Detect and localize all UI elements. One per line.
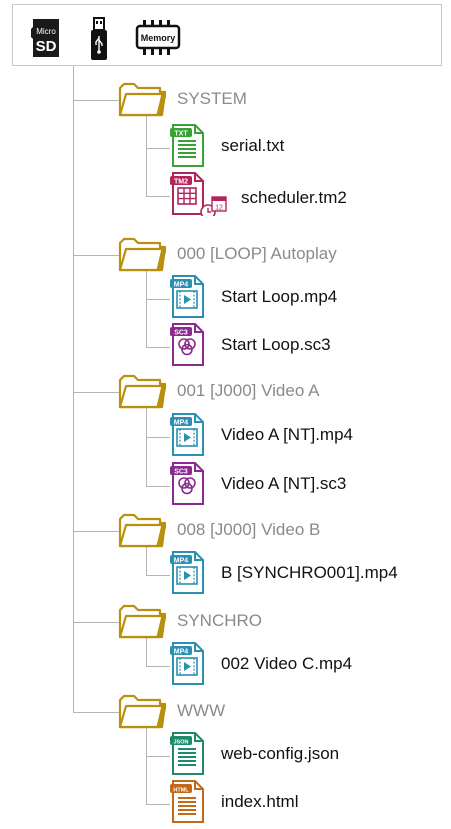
folder-label: SYSTEM: [177, 89, 247, 108]
svg-text:12: 12: [215, 205, 223, 212]
svg-text:MP4: MP4: [174, 557, 189, 564]
usb-stick-icon: [89, 17, 109, 68]
folder-icon: [118, 235, 167, 278]
file-name: Start Loop.mp4: [221, 287, 338, 306]
svg-text:MP4: MP4: [174, 419, 189, 426]
folder-icon: [118, 692, 167, 735]
file-connector-line: [146, 575, 170, 576]
tm2-file-icon: TM2 12: [170, 172, 228, 221]
file-connector-line: [146, 804, 170, 805]
svg-text:MP4: MP4: [174, 648, 189, 655]
folder-connector-line: [73, 622, 119, 623]
folder-label: 001 [J000] Video A: [177, 381, 320, 400]
svg-text:HTML: HTML: [173, 787, 189, 793]
folder-label: SYNCHRO: [177, 611, 263, 630]
folder-branch-line: [146, 271, 147, 347]
file-name: index.html: [221, 792, 299, 811]
mp4-file-icon: MP4: [170, 551, 206, 600]
file-connector-line: [146, 148, 170, 149]
svg-text:MP4: MP4: [174, 281, 189, 288]
folder-branch-line: [146, 547, 147, 575]
folder-icon: [118, 602, 167, 645]
folder-icon: [118, 80, 167, 123]
folder-icon: [118, 372, 167, 415]
folder-label: 000 [LOOP] Autoplay: [177, 244, 337, 263]
mp4-file-icon: MP4: [170, 642, 206, 691]
folder-connector-line: [73, 531, 119, 532]
file-connector-line: [146, 299, 170, 300]
sc3-file-icon: SC3: [170, 462, 206, 511]
folder-connector-line: [73, 392, 119, 393]
device-bar: Micro SD Memory: [12, 4, 442, 66]
folder-label: WWW: [177, 701, 226, 720]
svg-text:JSON: JSON: [174, 739, 189, 745]
svg-text:SC3: SC3: [174, 329, 188, 336]
txt-file-icon: TXT: [170, 124, 206, 173]
file-name: Video A [NT].mp4: [221, 425, 353, 444]
microsd-card-icon: Micro SD: [29, 17, 63, 64]
svg-text:TM2: TM2: [174, 178, 188, 185]
file-connector-line: [146, 437, 170, 438]
html-file-icon: HTML: [170, 780, 206, 829]
file-connector-line: [146, 196, 170, 197]
svg-text:SC3: SC3: [174, 468, 188, 475]
json-file-icon: JSON: [170, 732, 206, 781]
folder-label: 008 [J000] Video B: [177, 520, 321, 539]
tree-trunk-line: [73, 66, 74, 712]
mp4-file-icon: MP4: [170, 413, 206, 462]
sc3-file-icon: SC3: [170, 323, 206, 372]
folder-branch-line: [146, 116, 147, 196]
file-connector-line: [146, 756, 170, 757]
folder-branch-line: [146, 638, 147, 666]
file-name: serial.txt: [221, 136, 285, 155]
file-connector-line: [146, 347, 170, 348]
microsd-micro-text: Micro: [36, 27, 56, 36]
file-name: Start Loop.sc3: [221, 335, 331, 354]
folder-icon: [118, 511, 167, 554]
memory-text: Memory: [141, 33, 176, 43]
file-connector-line: [146, 666, 170, 667]
folder-connector-line: [73, 255, 119, 256]
folder-branch-line: [146, 728, 147, 804]
file-name: 002 Video C.mp4: [221, 654, 353, 673]
folder-branch-line: [146, 408, 147, 486]
file-name: Video A [NT].sc3: [221, 474, 347, 493]
folder-connector-line: [73, 100, 119, 101]
folder-connector-line: [73, 712, 119, 713]
file-name: B [SYNCHRO001].mp4: [221, 563, 398, 582]
microsd-sd-text: SD: [36, 38, 57, 55]
mp4-file-icon: MP4: [170, 275, 206, 324]
memory-chip-icon: Memory: [135, 19, 181, 62]
file-name: web-config.json: [221, 744, 340, 763]
svg-text:TXT: TXT: [174, 130, 188, 137]
file-name: scheduler.tm2: [241, 188, 347, 207]
file-connector-line: [146, 486, 170, 487]
